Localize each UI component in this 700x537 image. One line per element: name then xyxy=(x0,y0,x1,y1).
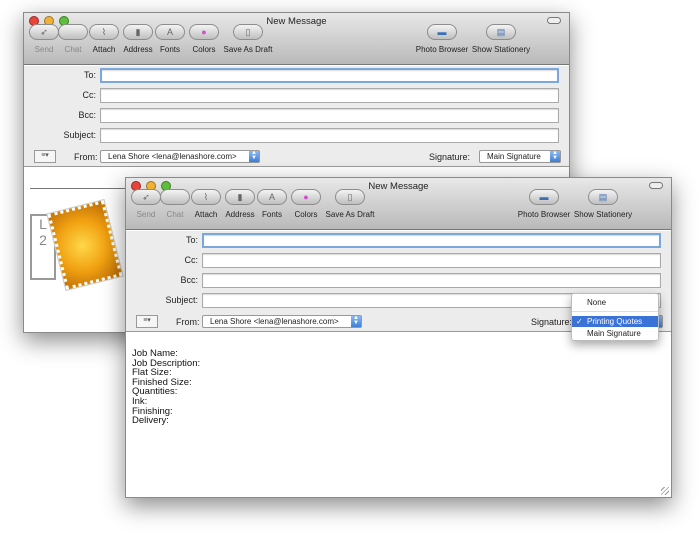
bcc-field[interactable] xyxy=(100,108,559,123)
draft-icon: ▯ xyxy=(245,26,251,37)
stepper-arrows-icon: ▲▼ xyxy=(351,315,361,327)
photo-browser-button[interactable]: ▬ Photo Browser xyxy=(514,189,574,219)
paperclip-icon: ⌇ xyxy=(101,26,107,37)
cc-label: Cc: xyxy=(184,255,199,265)
to-field[interactable] xyxy=(202,233,661,248)
header-options-button[interactable]: ≡▾ xyxy=(34,150,56,163)
cc-label: Cc: xyxy=(82,90,97,100)
photo-browser-button[interactable]: ▬ Photo Browser xyxy=(412,24,472,54)
signature-option[interactable]: Main Signature xyxy=(572,328,658,339)
subject-label: Subject: xyxy=(63,130,96,140)
to-label: To: xyxy=(185,235,198,245)
message-header: To: Cc: Bcc: Subject: ≡▾ From: Lena Shor… xyxy=(24,66,569,167)
bcc-label: Bcc: xyxy=(78,110,96,120)
stationery-icon: ▤ xyxy=(496,26,506,37)
from-select[interactable]: Lena Shore <lena@lenashore.com> ▲ ▼ xyxy=(202,315,362,328)
signature-label: Signature: xyxy=(531,317,573,327)
fonts-icon: A xyxy=(268,192,275,202)
checkmark-icon: ✓ xyxy=(576,317,583,326)
signature-select[interactable]: Main Signature ▲ ▼ xyxy=(479,150,561,163)
title-toolbar: New Message ➶ Send Chat ⌇ Attach ▮ Addre… xyxy=(126,178,671,230)
fonts-icon: A xyxy=(166,27,173,37)
toolbar-toggle-button[interactable] xyxy=(547,17,561,24)
signature-option[interactable]: None xyxy=(572,297,658,308)
save-as-draft-button[interactable]: ▯ Save As Draft xyxy=(320,189,380,219)
menu-separator xyxy=(572,311,658,312)
photo-icon: ▬ xyxy=(437,27,447,37)
cc-field[interactable] xyxy=(100,88,559,103)
title-toolbar: New Message ➶ Send Chat ⌇ Attach ▮ Addre… xyxy=(24,13,569,65)
stamp-image: L2 xyxy=(30,198,124,292)
draft-icon: ▯ xyxy=(347,191,353,202)
header-options-button[interactable]: ≡▾ xyxy=(136,315,158,328)
show-stationery-button[interactable]: ▤ Show Stationery xyxy=(471,24,531,54)
body-line: Delivery: xyxy=(132,415,169,427)
stationery-icon: ▤ xyxy=(598,191,608,202)
signature-dropdown-menu: None ✓ Printing Quotes Main Signature xyxy=(571,293,659,341)
bcc-field[interactable] xyxy=(202,273,661,288)
signature-label: Signature: xyxy=(429,152,471,162)
color-wheel-icon: ● xyxy=(303,192,309,202)
message-body[interactable]: Job Name: Job Description: Flat Size: Finis… xyxy=(126,333,671,497)
from-select[interactable]: Lena Shore <lena@lenashore.com> ▲ ▼ xyxy=(100,150,260,163)
from-label: From: xyxy=(74,152,98,162)
stepper-arrows-icon: ▲▼ xyxy=(249,150,259,162)
to-label: To: xyxy=(83,70,96,80)
stepper-arrows-icon: ▲▼ xyxy=(550,150,560,162)
show-stationery-button[interactable]: ▤ Show Stationery xyxy=(573,189,633,219)
signature-option[interactable]: ✓ Printing Quotes xyxy=(572,316,658,327)
toolbar-toggle-button[interactable] xyxy=(649,182,663,189)
subject-label: Subject: xyxy=(165,295,198,305)
body-text: Job Name: Job Description: Flat Size: Finis… xyxy=(132,349,200,426)
to-field[interactable] xyxy=(100,68,559,83)
paperclip-icon: ⌇ xyxy=(203,191,209,202)
photo-icon: ▬ xyxy=(539,192,549,202)
save-as-draft-button[interactable]: ▯ Save As Draft xyxy=(218,24,278,54)
color-wheel-icon: ● xyxy=(201,27,207,37)
bcc-label: Bcc: xyxy=(180,275,198,285)
from-label: From: xyxy=(176,317,200,327)
subject-field[interactable] xyxy=(100,128,559,143)
resize-grip[interactable] xyxy=(661,487,669,495)
cc-field[interactable] xyxy=(202,253,661,268)
